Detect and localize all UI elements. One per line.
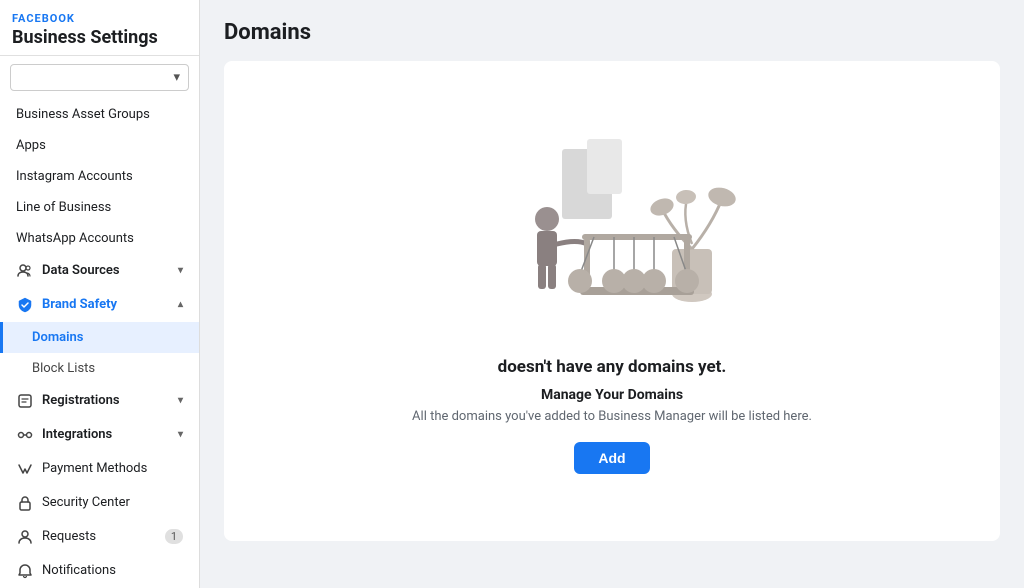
requests-label: Requests — [42, 529, 96, 544]
notifications-icon — [16, 562, 34, 580]
requests-badge: 1 — [165, 529, 183, 544]
integrations-label: Integrations — [42, 427, 112, 442]
registrations-icon — [16, 392, 34, 410]
domains-card: doesn't have any domains yet. Manage You… — [224, 61, 1000, 541]
sidebar-item-business-asset-groups[interactable]: Business Asset Groups — [0, 99, 199, 130]
sidebar-item-registrations[interactable]: Registrations ▾ — [0, 384, 199, 418]
nav-label: Line of Business — [16, 200, 111, 215]
empty-state-illustration — [472, 129, 752, 333]
requests-icon — [16, 528, 34, 546]
main-content: Domains — [200, 0, 1024, 588]
sidebar-nav: Business Asset Groups Apps Instagram Acc… — [0, 99, 199, 588]
sidebar-search-box[interactable]: ▾ — [10, 64, 189, 91]
security-center-label: Security Center — [42, 495, 130, 510]
registrations-chevron: ▾ — [178, 395, 183, 406]
nav-label: WhatsApp Accounts — [16, 231, 134, 246]
manage-domains-description: All the domains you've added to Business… — [412, 409, 812, 424]
facebook-brand: FACEBOOK — [12, 12, 187, 25]
sidebar: FACEBOOK Business Settings ▾ Business As… — [0, 0, 200, 588]
sidebar-item-whatsapp-accounts[interactable]: WhatsApp Accounts — [0, 223, 199, 254]
registrations-label: Registrations — [42, 393, 120, 408]
brand-safety-label: Brand Safety — [42, 297, 117, 312]
sidebar-item-domains[interactable]: Domains — [0, 322, 199, 353]
sidebar-item-apps[interactable]: Apps — [0, 130, 199, 161]
data-sources-chevron: ▾ — [178, 265, 183, 276]
sidebar-search-container: ▾ — [0, 56, 199, 99]
add-domain-button[interactable]: Add — [574, 442, 649, 474]
sidebar-item-instagram-accounts[interactable]: Instagram Accounts — [0, 161, 199, 192]
sidebar-item-block-lists[interactable]: Block Lists — [0, 353, 199, 384]
business-settings-title: Business Settings — [12, 27, 187, 49]
block-lists-label: Block Lists — [32, 361, 95, 376]
sidebar-item-requests[interactable]: Requests 1 — [0, 520, 199, 554]
nav-label: Instagram Accounts — [16, 169, 133, 184]
data-sources-icon — [16, 262, 34, 280]
data-sources-label: Data Sources — [42, 263, 120, 278]
nav-label: Business Asset Groups — [16, 107, 150, 122]
integrations-icon — [16, 426, 34, 444]
integrations-chevron: ▾ — [178, 429, 183, 440]
notifications-label: Notifications — [42, 563, 116, 578]
sidebar-item-integrations[interactable]: Integrations ▾ — [0, 418, 199, 452]
sidebar-item-data-sources[interactable]: Data Sources ▾ — [0, 254, 199, 288]
chevron-down-icon: ▾ — [173, 70, 180, 85]
sidebar-item-payment-methods[interactable]: Payment Methods — [0, 452, 199, 486]
manage-domains-heading: Manage Your Domains — [541, 387, 683, 403]
payment-methods-icon — [16, 460, 34, 478]
sidebar-item-brand-safety[interactable]: Brand Safety ▴ — [0, 288, 199, 322]
sidebar-header: FACEBOOK Business Settings — [0, 0, 199, 56]
brand-safety-chevron: ▴ — [178, 299, 183, 310]
domains-label: Domains — [32, 330, 83, 345]
empty-state-title: doesn't have any domains yet. — [498, 357, 727, 377]
security-center-icon — [16, 494, 34, 512]
brand-safety-icon — [16, 296, 34, 314]
nav-label: Apps — [16, 138, 46, 153]
sidebar-item-security-center[interactable]: Security Center — [0, 486, 199, 520]
page-title: Domains — [224, 20, 1000, 45]
payment-methods-label: Payment Methods — [42, 461, 147, 476]
sidebar-item-line-of-business[interactable]: Line of Business — [0, 192, 199, 223]
sidebar-item-notifications[interactable]: Notifications — [0, 554, 199, 588]
